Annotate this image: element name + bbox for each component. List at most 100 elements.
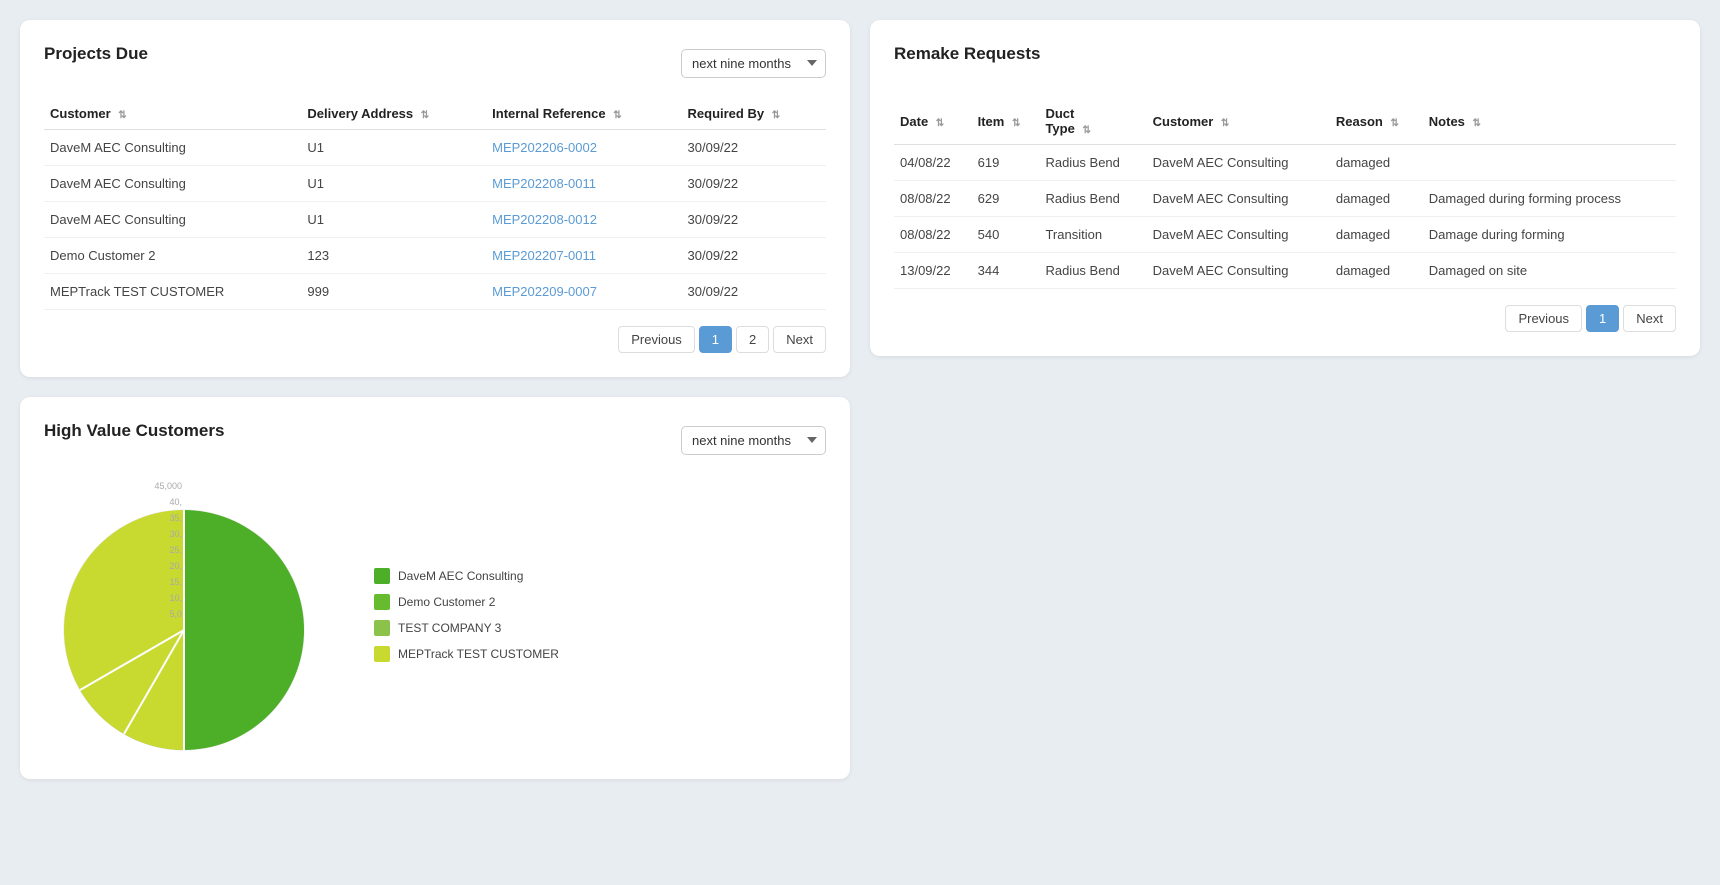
legend-swatch-demo2 — [374, 594, 390, 610]
col-notes: Notes ⇅ — [1423, 98, 1676, 145]
pie-chart-svg: 45,000 40, 35, 30, 25, 20, 15, 10, 5,0 — [44, 475, 324, 765]
cell-delivery: 999 — [301, 274, 486, 310]
cell-required-by: 30/09/22 — [682, 238, 826, 274]
projects-due-title: Projects Due — [44, 44, 148, 64]
legend-label-meptrack: MEPTrack TEST CUSTOMER — [398, 647, 559, 661]
legend-swatch-davem — [374, 568, 390, 584]
sort-icon-remake-customer[interactable]: ⇅ — [1221, 118, 1229, 129]
table-row: DaveM AEC Consulting U1 MEP202208-0012 3… — [44, 202, 826, 238]
sort-icon-item[interactable]: ⇅ — [1012, 118, 1020, 129]
cell-internal-ref[interactable]: MEP202208-0012 — [486, 202, 681, 238]
remake-requests-card: Remake Requests Date ⇅ Item ⇅ DuctType ⇅… — [870, 20, 1700, 356]
col-internal-ref: Internal Reference ⇅ — [486, 98, 681, 130]
cell-remake-customer: DaveM AEC Consulting — [1147, 181, 1330, 217]
legend-item-test3: TEST COMPANY 3 — [374, 620, 559, 636]
pie-chart-area: 45,000 40, 35, 30, 25, 20, 15, 10, 5,0 — [44, 475, 324, 755]
svg-text:10,: 10, — [169, 593, 182, 603]
cell-date: 08/08/22 — [894, 217, 972, 253]
cell-duct-type: Radius Bend — [1039, 145, 1146, 181]
cell-reason: damaged — [1330, 181, 1423, 217]
cell-delivery: U1 — [301, 166, 486, 202]
svg-text:45,000: 45,000 — [154, 481, 182, 491]
legend-item-meptrack: MEPTrack TEST CUSTOMER — [374, 646, 559, 662]
projects-due-pagination: Previous 1 2 Next — [44, 326, 826, 353]
legend-swatch-meptrack — [374, 646, 390, 662]
projects-due-card: Projects Due next nine months next three… — [20, 20, 850, 377]
cell-internal-ref[interactable]: MEP202209-0007 — [486, 274, 681, 310]
svg-text:20,: 20, — [169, 561, 182, 571]
cell-notes: Damaged on site — [1423, 253, 1676, 289]
remake-next-button[interactable]: Next — [1623, 305, 1676, 332]
svg-text:30,: 30, — [169, 529, 182, 539]
cell-remake-customer: DaveM AEC Consulting — [1147, 253, 1330, 289]
legend-item-demo2: Demo Customer 2 — [374, 594, 559, 610]
table-row: 04/08/22 619 Radius Bend DaveM AEC Consu… — [894, 145, 1676, 181]
cell-required-by: 30/09/22 — [682, 130, 826, 166]
cell-internal-ref[interactable]: MEP202208-0011 — [486, 166, 681, 202]
cell-reason: damaged — [1330, 145, 1423, 181]
legend-label-test3: TEST COMPANY 3 — [398, 621, 501, 635]
remake-page-1-button[interactable]: 1 — [1586, 305, 1619, 332]
legend-label-davem: DaveM AEC Consulting — [398, 569, 523, 583]
cell-customer: DaveM AEC Consulting — [44, 130, 301, 166]
sort-icon-date[interactable]: ⇅ — [936, 118, 944, 129]
projects-next-button[interactable]: Next — [773, 326, 826, 353]
col-reason: Reason ⇅ — [1330, 98, 1423, 145]
col-customer: Customer ⇅ — [44, 98, 301, 130]
sort-icon-customer[interactable]: ⇅ — [118, 110, 126, 121]
col-required-by: Required By ⇅ — [682, 98, 826, 130]
table-row: 08/08/22 540 Transition DaveM AEC Consul… — [894, 217, 1676, 253]
cell-item: 344 — [972, 253, 1040, 289]
sort-icon-ref[interactable]: ⇅ — [613, 110, 621, 121]
legend-swatch-test3 — [374, 620, 390, 636]
high-value-chart-container: 45,000 40, 35, 30, 25, 20, 15, 10, 5,0 — [44, 475, 826, 755]
sort-icon-duct[interactable]: ⇅ — [1082, 125, 1090, 136]
col-item: Item ⇅ — [972, 98, 1040, 145]
table-row: 13/09/22 344 Radius Bend DaveM AEC Consu… — [894, 253, 1676, 289]
col-date: Date ⇅ — [894, 98, 972, 145]
sort-icon-reason[interactable]: ⇅ — [1390, 118, 1398, 129]
col-remake-customer: Customer ⇅ — [1147, 98, 1330, 145]
cell-reason: damaged — [1330, 217, 1423, 253]
cell-required-by: 30/09/22 — [682, 274, 826, 310]
cell-internal-ref[interactable]: MEP202206-0002 — [486, 130, 681, 166]
remake-requests-title: Remake Requests — [894, 44, 1040, 64]
svg-text:15,: 15, — [169, 577, 182, 587]
cell-delivery: U1 — [301, 130, 486, 166]
high-value-period-select[interactable]: next nine months next three months next … — [681, 426, 826, 455]
remake-requests-table: Date ⇅ Item ⇅ DuctType ⇅ Customer ⇅ Reas… — [894, 98, 1676, 289]
projects-due-period-select[interactable]: next nine months next three months next … — [681, 49, 826, 78]
table-row: 08/08/22 629 Radius Bend DaveM AEC Consu… — [894, 181, 1676, 217]
table-row: DaveM AEC Consulting U1 MEP202208-0011 3… — [44, 166, 826, 202]
cell-date: 13/09/22 — [894, 253, 972, 289]
table-row: DaveM AEC Consulting U1 MEP202206-0002 3… — [44, 130, 826, 166]
cell-notes: Damaged during forming process — [1423, 181, 1676, 217]
projects-prev-button[interactable]: Previous — [618, 326, 695, 353]
sort-icon-required[interactable]: ⇅ — [772, 110, 780, 121]
cell-delivery: U1 — [301, 202, 486, 238]
projects-page-1-button[interactable]: 1 — [699, 326, 732, 353]
svg-text:35,: 35, — [169, 513, 182, 523]
cell-internal-ref[interactable]: MEP202207-0011 — [486, 238, 681, 274]
table-row: MEPTrack TEST CUSTOMER 999 MEP202209-000… — [44, 274, 826, 310]
col-duct-type: DuctType ⇅ — [1039, 98, 1146, 145]
cell-customer: Demo Customer 2 — [44, 238, 301, 274]
sort-icon-delivery[interactable]: ⇅ — [421, 110, 429, 121]
cell-remake-customer: DaveM AEC Consulting — [1147, 217, 1330, 253]
cell-item: 540 — [972, 217, 1040, 253]
legend-label-demo2: Demo Customer 2 — [398, 595, 495, 609]
cell-item: 629 — [972, 181, 1040, 217]
cell-customer: DaveM AEC Consulting — [44, 202, 301, 238]
projects-due-table: Customer ⇅ Delivery Address ⇅ Internal R… — [44, 98, 826, 310]
remake-prev-button[interactable]: Previous — [1505, 305, 1582, 332]
legend-item-davem: DaveM AEC Consulting — [374, 568, 559, 584]
cell-reason: damaged — [1330, 253, 1423, 289]
sort-icon-notes[interactable]: ⇅ — [1473, 118, 1481, 129]
cell-date: 04/08/22 — [894, 145, 972, 181]
projects-page-2-button[interactable]: 2 — [736, 326, 769, 353]
cell-notes: Damage during forming — [1423, 217, 1676, 253]
svg-text:25,: 25, — [169, 545, 182, 555]
cell-duct-type: Radius Bend — [1039, 181, 1146, 217]
cell-delivery: 123 — [301, 238, 486, 274]
cell-duct-type: Radius Bend — [1039, 253, 1146, 289]
